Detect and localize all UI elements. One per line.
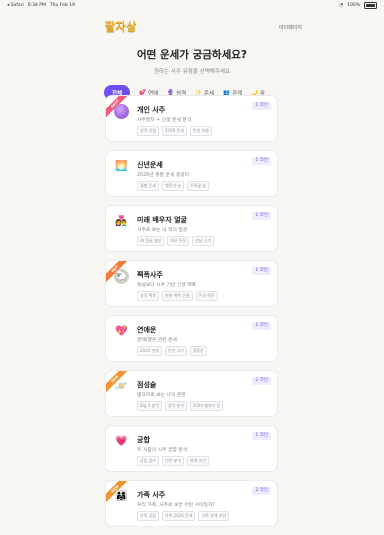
tag: 만남 시기: [192, 236, 215, 246]
card-title: 팩폭사주: [137, 271, 163, 279]
tag: AI 얼굴 생성: [137, 236, 165, 246]
status-date: Thu Feb 19: [49, 2, 75, 8]
card-future-spouse-face[interactable]: 👩‍❤️‍👨 미래 배우자 얼굴 사주로 보는 내 짝의 얼굴 AI 얼굴 생성…: [105, 205, 278, 252]
heart-icon: 💖: [115, 326, 128, 337]
battery-icon: [364, 1, 377, 9]
tag: 성격 분석: [164, 401, 187, 411]
status-time: 6:34 PM: [27, 2, 46, 8]
tag: 연애 팩폭 연결: [162, 291, 193, 301]
coin-badge: 1 코인: [252, 102, 271, 110]
card-love-fortune[interactable]: 💖 연애운 연애/결혼 관련 운세 2026 연애 인연 시기 결혼운 1 코인: [105, 315, 278, 362]
card-title: 신년운세: [137, 161, 163, 169]
tag: 행운의 날: [162, 181, 184, 191]
coin-badge: 1 코인: [252, 157, 271, 165]
tag: 성격 팩폭: [137, 291, 159, 301]
coin-badge: 2 코인: [252, 487, 271, 495]
crystal-ball-icon: [114, 104, 129, 119]
card-description: 두 사람의 사주 궁합 분석: [137, 448, 188, 453]
card-personal-saju[interactable]: BEST 개인 사주 사주팔자 + 인생 운세 분석 성격 기질 2026 운세…: [105, 95, 278, 142]
planet-icon: 🪐: [115, 381, 128, 392]
card-title: 점성술: [137, 381, 157, 389]
card-title: 가족 사주: [137, 491, 166, 499]
couple-icon: 👩‍❤️‍👨: [115, 216, 128, 227]
app-header: 팔자상 마이페이지: [0, 10, 384, 33]
tag: 2026 별자리 운: [189, 401, 224, 411]
card-description: 2026년 월별 운세 총정리: [137, 173, 190, 178]
card-description: 연애/결혼 관련 운세: [137, 338, 177, 343]
tag: 인연 시기: [164, 346, 187, 356]
card-tags: 월별 운세 행운의 날 주의할 날: [137, 181, 209, 191]
tag: 돈과 팩폭: [195, 291, 218, 301]
card-family-saju[interactable]: NEW 👨‍👩‍👧 가족 사주 우리 가족, 사주로 보면 어떤 사이일까? 가…: [105, 480, 278, 527]
card-description: 사주로 보는 내 짝의 얼굴: [137, 228, 188, 233]
page-subtitle: 원하는 사주 유형을 선택해주세요: [153, 69, 231, 75]
card-tags: 2026 연애 인연 시기 결혼운: [137, 346, 207, 356]
tag: 가족 궁합: [137, 511, 159, 521]
card-compatibility[interactable]: 💗 궁합 두 사람의 사주 궁합 분석 궁합 점수 인연 분석 관계 조언 1 …: [105, 425, 278, 472]
tag: 2026 운세: [162, 126, 187, 136]
card-description: 독설보다 사주 기반 인생 팩폭: [137, 283, 197, 288]
tag: Big 3 분석: [137, 401, 162, 411]
tag: 가족 2026 운세: [162, 511, 196, 521]
card-tags: 성격 팩폭 연애 팩폭 연결 돈과 팩폭: [137, 291, 218, 301]
card-tags: 궁합 점수 인연 분석 관계 조언: [137, 456, 209, 466]
card-description: 우리 가족, 사주로 보면 어떤 사이일까?: [137, 503, 215, 508]
card-factbomb-saju[interactable]: HOT 🐑 팩폭사주 독설보다 사주 기반 인생 팩폭 성격 팩폭 연애 팩폭 …: [105, 260, 278, 307]
wifi-icon: ◔: [339, 2, 344, 8]
tag: 외모 특징: [167, 236, 190, 246]
card-tags: AI 얼굴 생성 외모 특징 만남 시기: [137, 236, 215, 246]
tag: 2026 연애: [137, 346, 162, 356]
coin-badge: 1 코인: [252, 432, 271, 440]
card-title: 연애운: [137, 326, 157, 334]
tag: 결혼운: [189, 346, 207, 356]
sunrise-icon: 🌅: [115, 161, 128, 172]
mypage-link[interactable]: 마이페이지: [279, 24, 302, 31]
card-tags: Big 3 분석 성격 분석 2026 별자리 운: [137, 401, 224, 411]
heart-icon: 💗: [115, 436, 128, 447]
card-title: 궁합: [137, 436, 150, 444]
family-icon: 👨‍👩‍👧: [115, 491, 128, 502]
card-description: 별자리로 보는 나의 운명: [137, 393, 186, 398]
card-tags: 성격 기질 2026 운세 인생 흐름: [137, 126, 212, 136]
coin-badge: 1 코인: [252, 322, 271, 330]
tag: 궁합 점수: [137, 456, 159, 466]
coin-badge: 1 코인: [252, 212, 271, 220]
tag: 가족 관계 조언: [198, 511, 230, 521]
sheep-icon: 🐑: [114, 269, 129, 284]
status-bar: ◂ Safari 6:34 PM Thu Feb 19 ◔ 100%: [0, 0, 384, 10]
card-title: 미래 배우자 얼굴: [137, 216, 187, 224]
tag: 주의할 날: [187, 181, 209, 191]
coin-badge: 2 코인: [252, 377, 271, 385]
app-logo[interactable]: 팔자상: [105, 18, 137, 34]
status-battery-text: 100%: [347, 2, 360, 8]
tag: 인생 흐름: [189, 126, 212, 136]
tag: 인연 분석: [162, 456, 184, 466]
card-tags: 가족 궁합 가족 2026 운세 가족 관계 조언: [137, 511, 230, 521]
tag: 월별 운세: [137, 181, 159, 191]
card-title: 개인 사주: [137, 106, 166, 114]
card-astrology[interactable]: NEW 🪐 점성술 별자리로 보는 나의 운명 Big 3 분석 성격 분석 2…: [105, 370, 278, 417]
page-title: 어떤 운세가 궁금하세요?: [136, 49, 247, 61]
tag: 관계 조언: [187, 456, 209, 466]
coin-badge: 1 코인: [252, 267, 271, 275]
tag: 성격 기질: [137, 126, 159, 136]
fortune-card-list: BEST 개인 사주 사주팔자 + 인생 운세 분석 성격 기질 2026 운세…: [105, 95, 278, 535]
card-description: 사주팔자 + 인생 운세 분석: [137, 118, 192, 123]
status-carrier: ◂ Safari: [7, 2, 24, 8]
card-new-year-fortune[interactable]: 🌅 신년운세 2026년 월별 운세 총정리 월별 운세 행운의 날 주의할 날…: [105, 150, 278, 197]
